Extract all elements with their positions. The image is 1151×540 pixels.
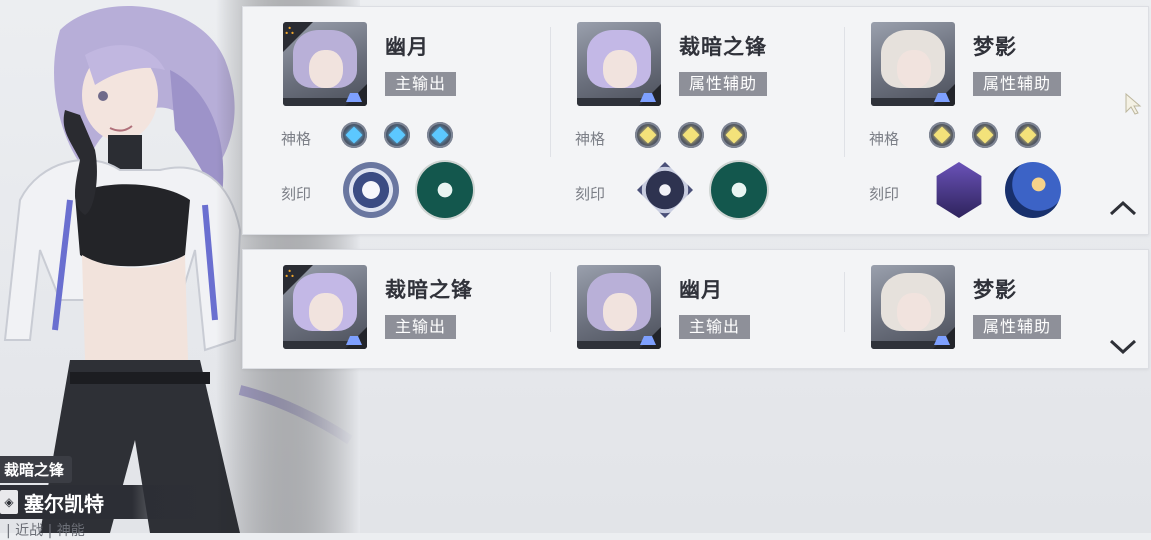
god-diamond-icon[interactable] <box>635 122 661 148</box>
god-diamond-icon[interactable] <box>929 122 955 148</box>
character-avatar[interactable] <box>871 22 955 106</box>
avatar-face <box>309 50 343 88</box>
team-slot[interactable]: ⛬ 幽月 主输出 神格 刻印 <box>243 7 537 234</box>
seal-label: 刻印 <box>869 185 900 203</box>
god-diamond-icon[interactable] <box>972 122 998 148</box>
team-panel-2[interactable]: ⛬ 裁暗之锋 主输出 幽月 主输出 梦影 属性辅助 <box>242 249 1149 369</box>
role-tag: 属性辅助 <box>679 72 768 96</box>
rank-icon <box>639 84 661 106</box>
compass-seal-icon[interactable] <box>343 162 399 218</box>
avatar-face <box>897 293 931 331</box>
team-slot[interactable]: 梦影 属性辅助 <box>831 250 1125 368</box>
god-diamond-icon[interactable] <box>427 122 453 148</box>
character-name-bar: ◈ 塞尔凯特 <box>0 485 220 519</box>
god-label: 神格 <box>575 130 606 148</box>
role-tag: 属性辅助 <box>973 315 1062 339</box>
rank-icon <box>639 327 661 349</box>
rank-icon <box>933 84 955 106</box>
seal-icons <box>343 162 473 218</box>
character-avatar[interactable] <box>577 265 661 349</box>
god-icons <box>341 122 453 148</box>
gate-seal-icon[interactable] <box>936 162 982 218</box>
avatar-face <box>309 293 343 331</box>
rank-icon <box>933 327 955 349</box>
god-icons <box>929 122 1041 148</box>
team-slot[interactable]: 裁暗之锋 属性辅助 神格 刻印 <box>537 7 831 234</box>
god-diamond-icon[interactable] <box>678 122 704 148</box>
character-tags: | 近战 | 神能 <box>6 523 85 539</box>
seal-icons <box>637 162 767 218</box>
swan-seal-icon[interactable] <box>711 162 767 218</box>
leader-badge-icon: ⛬ <box>283 265 313 295</box>
avatar-face <box>897 50 931 88</box>
slot-character-name: 裁暗之锋 <box>385 278 473 302</box>
character-avatar[interactable] <box>577 22 661 106</box>
character-name: 塞尔凯特 <box>24 491 104 516</box>
slot-character-name: 幽月 <box>385 35 429 59</box>
character-nameplate: 裁暗之锋 ◈ 塞尔凯特 <box>0 456 220 519</box>
god-label: 神格 <box>869 130 900 148</box>
slot-character-name: 梦影 <box>973 278 1017 302</box>
seal-emblem-icon: ◈ <box>0 490 18 514</box>
character-avatar[interactable]: ⛬ <box>283 22 367 106</box>
chevron-down-icon[interactable] <box>1108 336 1138 356</box>
god-diamond-icon[interactable] <box>1015 122 1041 148</box>
rank-icon <box>345 327 367 349</box>
god-diamond-icon[interactable] <box>384 122 410 148</box>
rank-icon <box>345 84 367 106</box>
role-tag: 主输出 <box>385 72 457 96</box>
god-icons <box>635 122 747 148</box>
seal-icons <box>931 162 1061 218</box>
cursor-icon <box>1125 92 1142 115</box>
character-avatar[interactable]: ⛬ <box>283 265 367 349</box>
slot-character-name: 幽月 <box>679 278 723 302</box>
god-diamond-icon[interactable] <box>721 122 747 148</box>
team-panel-1[interactable]: ⛬ 幽月 主输出 神格 刻印 裁暗之锋 属性辅助 神格 刻印 梦影 属性辅助 神… <box>242 6 1149 235</box>
role-tag: 主输出 <box>679 315 751 339</box>
chevron-up-icon[interactable] <box>1108 198 1138 218</box>
role-tag: 属性辅助 <box>973 72 1062 96</box>
god-diamond-icon[interactable] <box>341 122 367 148</box>
swan-seal-icon[interactable] <box>417 162 473 218</box>
slot-character-name: 裁暗之锋 <box>679 35 767 59</box>
character-avatar[interactable] <box>871 265 955 349</box>
slot-character-name: 梦影 <box>973 35 1017 59</box>
seal-label: 刻印 <box>575 185 606 203</box>
avatar-face <box>603 50 637 88</box>
role-tag: 主输出 <box>385 315 457 339</box>
scorpion-seal-icon[interactable] <box>637 162 693 218</box>
seal-label: 刻印 <box>281 185 312 203</box>
avatar-face <box>603 293 637 331</box>
leader-badge-icon: ⛬ <box>283 22 313 52</box>
team-slot[interactable]: ⛬ 裁暗之锋 主输出 <box>243 250 537 368</box>
orb-seal-icon[interactable] <box>1005 162 1061 218</box>
team-slot[interactable]: 梦影 属性辅助 神格 刻印 <box>831 7 1125 234</box>
character-subtitle: 裁暗之锋 <box>0 456 73 483</box>
god-label: 神格 <box>281 130 312 148</box>
team-slot[interactable]: 幽月 主输出 <box>537 250 831 368</box>
